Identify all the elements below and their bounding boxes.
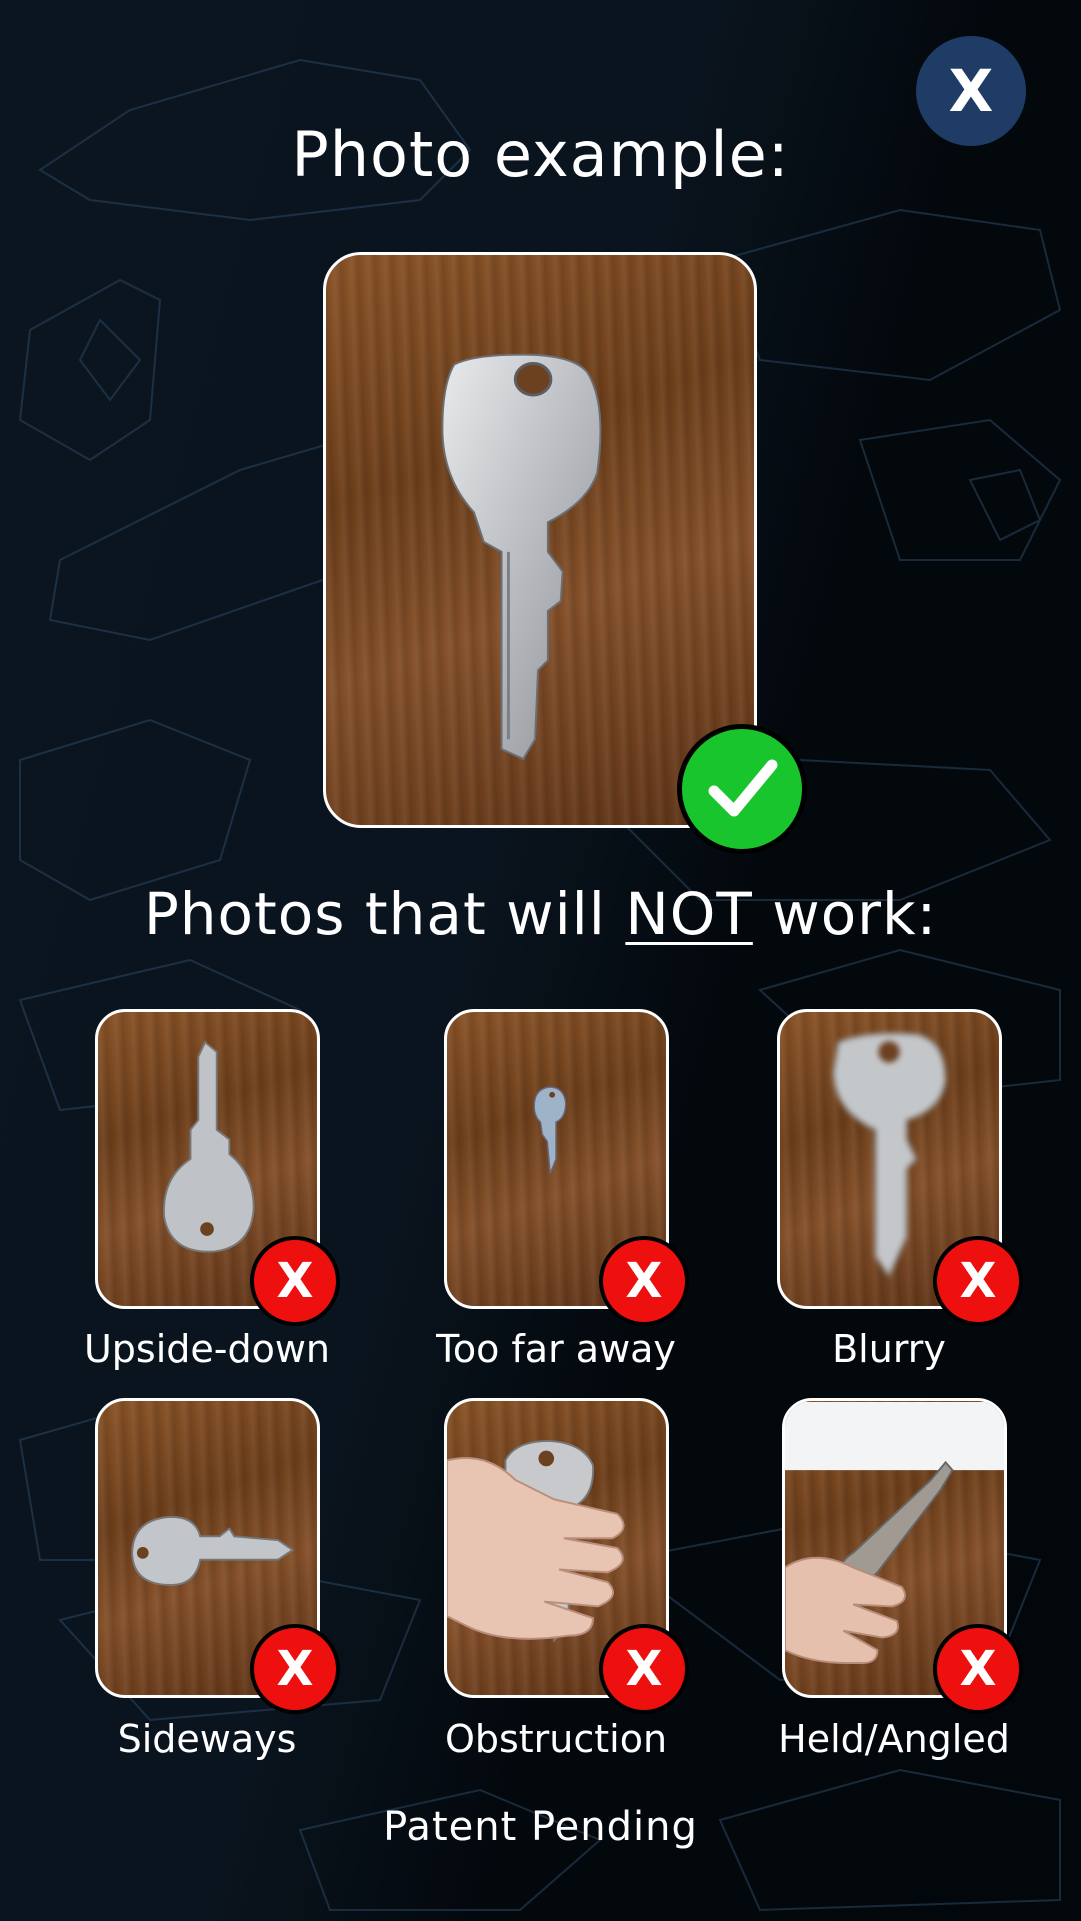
reject-x-icon: X xyxy=(625,1253,663,1309)
reject-badge-blurry: X xyxy=(933,1236,1023,1326)
reject-x-icon: X xyxy=(625,1641,663,1697)
reject-x-icon: X xyxy=(276,1641,314,1697)
example-title: Photo example: xyxy=(291,118,790,191)
caption-obstruction: Obstruction xyxy=(444,1717,668,1761)
reject-x-icon: X xyxy=(276,1253,314,1309)
caption-too-far-away: Too far away xyxy=(436,1327,676,1371)
not-work-title-part2: work: xyxy=(752,880,938,948)
close-icon: X xyxy=(948,57,994,125)
key-upright-image xyxy=(441,353,602,761)
caption-blurry: Blurry xyxy=(832,1327,946,1371)
caption-upside-down: Upside-down xyxy=(83,1327,331,1371)
reject-badge-too-far-away: X xyxy=(599,1236,689,1326)
not-work-title-part1: Photos that will xyxy=(143,880,626,948)
caption-held-angled: Held/Angled xyxy=(778,1717,1010,1761)
example-photo xyxy=(323,252,757,828)
reject-x-icon: X xyxy=(959,1641,997,1697)
reject-badge-sideways: X xyxy=(250,1624,340,1714)
reject-x-icon: X xyxy=(959,1253,997,1309)
reject-badge-upside-down: X xyxy=(250,1236,340,1326)
not-work-title: Photos that will NOT work: xyxy=(0,880,1081,948)
caption-sideways: Sideways xyxy=(117,1717,297,1761)
approved-checkmark-badge xyxy=(677,724,807,854)
patent-pending-text: Patent Pending xyxy=(383,1804,698,1850)
reject-badge-held-angled: X xyxy=(933,1624,1023,1714)
checkmark-icon xyxy=(708,759,778,817)
photo-guide-screen: X Photo example: Photos that will NOT wo… xyxy=(0,0,1081,1921)
reject-badge-obstruction: X xyxy=(599,1624,689,1714)
not-emphasis: NOT xyxy=(625,880,753,948)
